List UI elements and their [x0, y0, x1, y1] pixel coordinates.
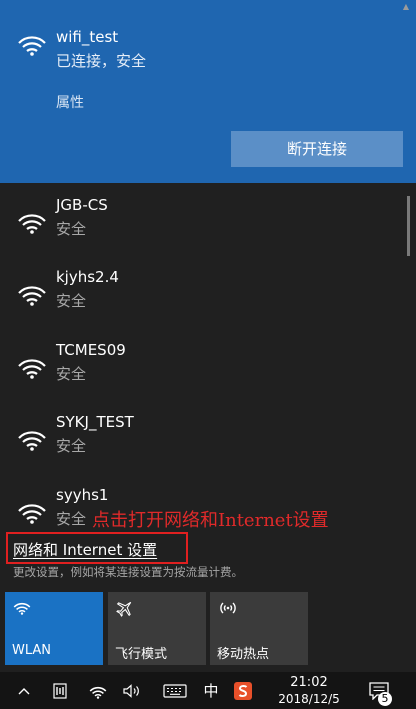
hotspot-icon — [220, 602, 236, 614]
wifi-icon — [18, 504, 46, 524]
network-item[interactable]: JGB-CS 安全 — [0, 196, 416, 268]
notification-badge: 5 — [378, 692, 392, 706]
annotation-text: 点击打开网络和Internet设置 — [92, 510, 329, 531]
network-ssid: kjyhs2.4 — [56, 268, 119, 286]
sogou-ime-icon[interactable] — [232, 672, 254, 709]
mobile-hotspot-label: 移动热点 — [217, 647, 270, 662]
clock-date: 2018/12/5 — [278, 692, 340, 706]
wlan-toggle[interactable]: WLAN — [5, 592, 103, 665]
connected-network[interactable]: wifi_test 已连接，安全 属性 断开连接 — [0, 0, 416, 183]
volume-icon[interactable] — [120, 672, 144, 709]
disconnect-button[interactable]: 断开连接 — [231, 131, 403, 167]
scrollbar[interactable] — [407, 0, 411, 530]
ime-mode-indicator[interactable]: 中 — [200, 672, 222, 709]
network-item[interactable]: TCMES09 安全 — [0, 341, 416, 413]
keyboard-icon[interactable] — [160, 672, 190, 709]
network-ssid: syyhs1 — [56, 486, 109, 504]
network-ssid: SYKJ_TEST — [56, 413, 134, 431]
settings-description: 更改设置，例如将某连接设置为按流量计费。 — [13, 565, 243, 579]
airplane-mode-toggle[interactable]: 飞行模式 — [108, 592, 206, 665]
wifi-icon — [18, 214, 46, 234]
network-item[interactable]: kjyhs2.4 安全 — [0, 268, 416, 340]
network-security: 安全 — [56, 220, 87, 238]
network-ssid: TCMES09 — [56, 341, 126, 359]
connected-status: 已连接，安全 — [56, 52, 147, 70]
network-settings-link[interactable]: 网络和 Internet 设置 — [13, 539, 157, 560]
wifi-icon — [18, 286, 46, 306]
wifi-icon — [13, 602, 31, 615]
properties-link[interactable]: 属性 — [56, 92, 84, 112]
wifi-icon — [18, 359, 46, 379]
network-flyout: wifi_test 已连接，安全 属性 断开连接 JGB-CS 安全 kjyhs… — [0, 0, 416, 672]
network-security: 安全 — [56, 437, 87, 455]
network-tray-icon[interactable] — [86, 672, 110, 709]
show-hidden-icons-icon[interactable] — [12, 672, 36, 709]
mobile-hotspot-toggle[interactable]: 移动热点 — [210, 592, 308, 665]
taskbar-clock[interactable]: 21:02 2018/12/5 — [268, 674, 350, 708]
connected-ssid: wifi_test — [56, 28, 119, 46]
clock-time: 21:02 — [290, 675, 328, 690]
network-item[interactable]: SYKJ_TEST 安全 — [0, 413, 416, 485]
wlan-label: WLAN — [12, 643, 52, 658]
taskbar: 中 21:02 2018/12/5 5 — [0, 672, 416, 709]
airplane-icon — [116, 601, 132, 617]
settings-tray-icon[interactable] — [48, 672, 72, 709]
wifi-icon — [18, 431, 46, 451]
scroll-thumb[interactable] — [407, 196, 410, 256]
network-ssid: JGB-CS — [56, 196, 108, 214]
network-security: 安全 — [56, 292, 87, 310]
airplane-mode-label: 飞行模式 — [115, 647, 168, 662]
network-security: 安全 — [56, 365, 87, 383]
wifi-icon — [18, 36, 46, 56]
network-security: 安全 — [56, 510, 87, 528]
